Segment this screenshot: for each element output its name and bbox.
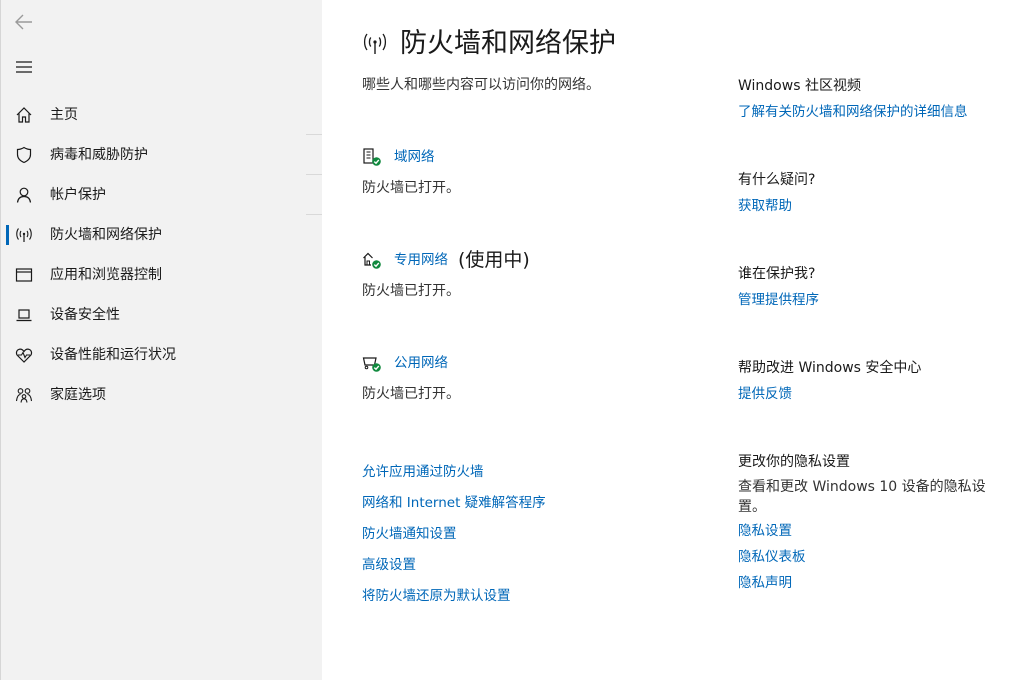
page-title: 防火墙和网络保护 [400,28,616,59]
divider [306,214,322,215]
firewall-links: 允许应用通过防火墙 网络和 Internet 疑难解答程序 防火墙通知设置 高级… [362,463,546,618]
person-icon [16,187,32,203]
privacy-settings-link[interactable]: 隐私设置 [738,521,998,547]
page-header: 防火墙和网络保护 [362,28,616,60]
allow-app-through-firewall-link[interactable]: 允许应用通过防火墙 [362,463,546,494]
network-status: 防火墙已打开。 [362,180,460,196]
network-status: 防火墙已打开。 [362,283,460,299]
sidebar-item-label: 家庭选项 [50,387,106,403]
sidebar-item-firewall[interactable]: 防火墙和网络保护 [1,215,323,255]
sidebar-item-label: 帐户保护 [50,187,106,203]
section-heading: 有什么疑问? [738,172,816,188]
public-network-icon [362,357,381,372]
get-help-link[interactable]: 获取帮助 [738,197,998,215]
section-heading: Windows 社区视频 [738,78,861,94]
private-network-icon [363,252,381,269]
sidebar-item-home[interactable]: 主页 [1,95,323,135]
sidebar-item-virus-protection[interactable]: 病毒和威胁防护 [1,135,323,175]
section-heading: 更改你的隐私设置 [738,454,850,470]
domain-network-section: 域网络 防火墙已打开。 [362,144,460,197]
sidebar-item-device-performance[interactable]: 设备性能和运行状况 [1,335,323,375]
network-header: 专用网络 (使用中) [362,247,530,273]
sidebar: 主页 病毒和威胁防护 帐户保护 防火墙和网络保护 应用和浏览器控制 设备安全性 … [0,0,322,680]
main-content: 防火墙和网络保护 哪些人和哪些内容可以访问你的网络。 域网络 防火墙已打开。 专… [322,0,1015,680]
network-status: 防火墙已打开。 [362,386,460,402]
page-subtitle: 哪些人和哪些内容可以访问你的网络。 [362,77,600,93]
network-header: 域网络 [362,144,460,170]
laptop-icon [16,309,32,322]
firewall-notification-settings-link[interactable]: 防火墙通知设置 [362,525,546,556]
back-arrow-icon [15,14,32,30]
app-window-icon [15,268,33,282]
section-heading: 帮助改进 Windows 安全中心 [738,360,922,376]
home-icon [16,107,32,123]
restore-firewall-defaults-link[interactable]: 将防火墙还原为默认设置 [362,587,546,618]
sidebar-item-app-browser-control[interactable]: 应用和浏览器控制 [1,255,323,295]
private-network-section: 专用网络 (使用中) 防火墙已打开。 [362,247,530,300]
public-network-section: 公用网络 防火墙已打开。 [362,350,460,403]
question-section: 有什么疑问? 获取帮助 [738,170,998,215]
private-network-link[interactable]: 专用网络 [394,251,448,269]
sidebar-item-label: 病毒和威胁防护 [50,147,148,163]
heart-pulse-icon [15,348,33,363]
hamburger-menu-icon [16,61,32,73]
sidebar-item-label: 应用和浏览器控制 [50,267,162,283]
who-protects-section: 谁在保护我? 管理提供程序 [738,264,998,309]
sidebar-item-family-options[interactable]: 家庭选项 [1,375,323,415]
improve-security-section: 帮助改进 Windows 安全中心 提供反馈 [738,358,998,403]
privacy-section: 更改你的隐私设置 查看和更改 Windows 10 设备的隐私设置。 隐私设置 … [738,452,998,599]
family-icon [15,388,33,403]
section-heading: 谁在保护我? [738,266,816,282]
selection-indicator [6,225,9,245]
wifi-antenna-icon [16,228,32,242]
wifi-antenna-icon [363,33,387,54]
manage-providers-link[interactable]: 管理提供程序 [738,291,998,309]
back-button[interactable] [13,11,35,33]
sidebar-nav: 主页 病毒和威胁防护 帐户保护 防火墙和网络保护 应用和浏览器控制 设备安全性 … [1,95,323,415]
privacy-links: 隐私设置 隐私仪表板 隐私声明 [738,521,998,599]
advanced-settings-link[interactable]: 高级设置 [362,556,546,587]
sidebar-item-device-security[interactable]: 设备安全性 [1,295,323,335]
sidebar-item-label: 主页 [50,107,78,123]
privacy-statement-link[interactable]: 隐私声明 [738,573,998,599]
divider [306,134,322,135]
give-feedback-link[interactable]: 提供反馈 [738,385,998,403]
shield-icon [16,146,32,164]
divider [306,174,322,175]
menu-button[interactable] [13,56,35,78]
active-network-label: (使用中) [458,249,530,271]
public-network-link[interactable]: 公用网络 [394,354,448,372]
learn-more-link[interactable]: 了解有关防火墙和网络保护的详细信息 [738,103,998,121]
domain-network-icon [363,148,381,166]
sidebar-item-account-protection[interactable]: 帐户保护 [1,175,323,215]
network-header: 公用网络 [362,350,460,376]
sidebar-item-label: 设备性能和运行状况 [50,347,176,363]
sidebar-item-label: 防火墙和网络保护 [50,227,162,243]
privacy-description: 查看和更改 Windows 10 设备的隐私设置。 [738,479,986,515]
privacy-dashboard-link[interactable]: 隐私仪表板 [738,547,998,573]
network-troubleshooter-link[interactable]: 网络和 Internet 疑难解答程序 [362,494,546,525]
sidebar-item-label: 设备安全性 [50,307,120,323]
community-videos-section: Windows 社区视频 了解有关防火墙和网络保护的详细信息 [738,76,998,121]
domain-network-link[interactable]: 域网络 [394,148,435,166]
